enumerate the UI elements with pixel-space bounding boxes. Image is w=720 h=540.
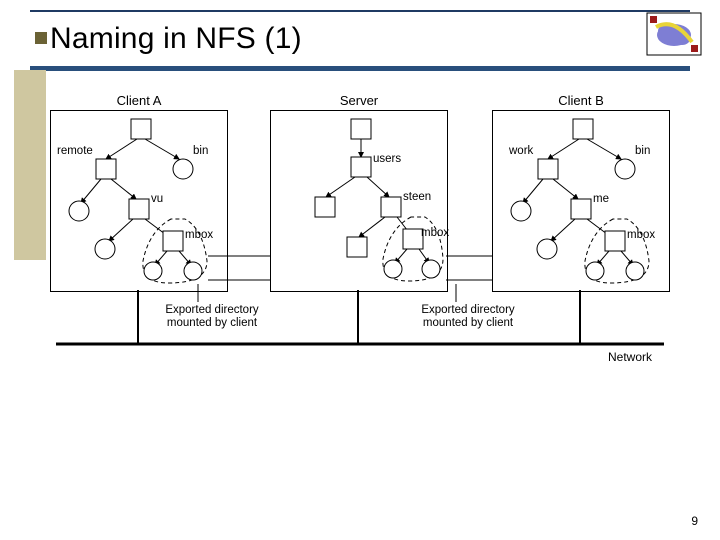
title-bullet — [35, 32, 47, 44]
connectors-icon — [48, 92, 672, 402]
export-label-a: Exported directorymounted by client — [152, 304, 272, 330]
slide-title: Naming in NFS (1) — [50, 22, 302, 56]
top-rule — [30, 10, 690, 12]
side-accent-block — [14, 70, 46, 260]
export-label-b: Exported directorymounted by client — [408, 304, 528, 330]
slide: Naming in NFS (1) 9 Client A — [0, 0, 720, 540]
network-label: Network — [608, 350, 652, 364]
diagram-figure: Client A — [48, 92, 672, 402]
page-number: 9 — [691, 514, 698, 528]
title-underline — [30, 66, 690, 71]
slide-logo-icon — [646, 12, 702, 56]
